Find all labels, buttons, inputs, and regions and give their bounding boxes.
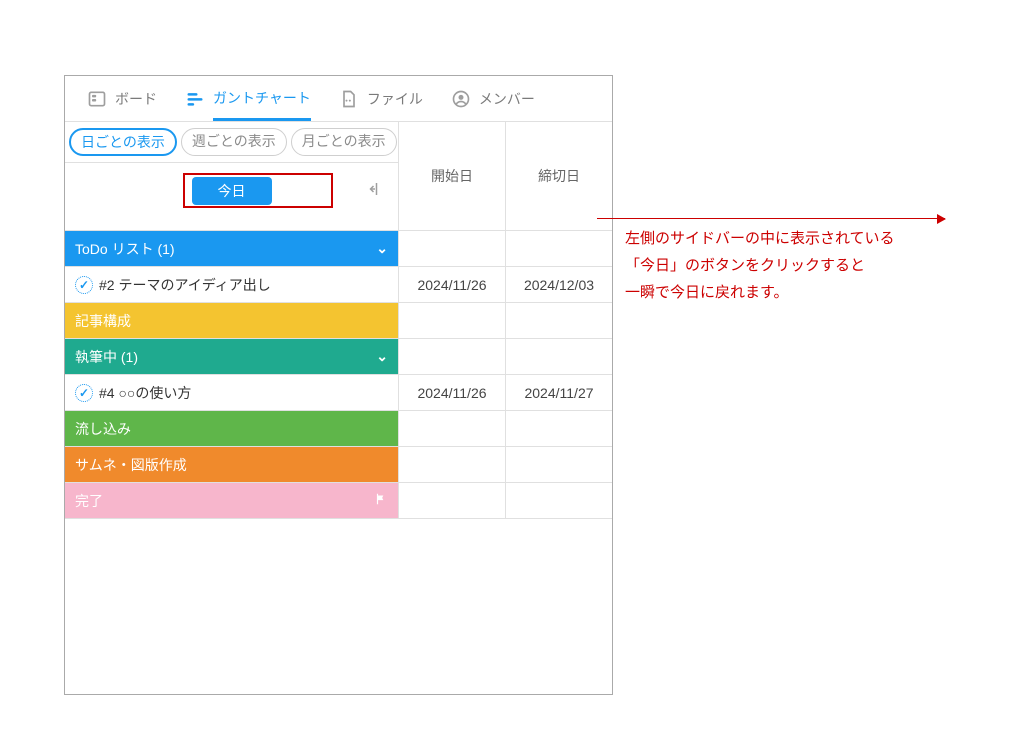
section-todo[interactable]: ToDo リスト (1) ⌄ [65,231,612,267]
section-done-label: 完了 [75,491,103,511]
annotation: 左側のサイドバーの中に表示されている 「今日」のボタンをクリックすると 一瞬で今… [625,218,1005,306]
task-2-title: #2 テーマのアイディア出し [99,275,271,295]
section-shippitsu[interactable]: 執筆中 (1) ⌄ [65,339,612,375]
view-day-button[interactable]: 日ごとの表示 [69,128,177,156]
collapse-icon[interactable] [366,180,384,203]
section-shippitsu-label: 執筆中 (1) [75,347,138,367]
section-todo-label: ToDo リスト (1) [75,239,175,259]
section-thumb[interactable]: サムネ・図版作成 [65,447,612,483]
tab-member-label: メンバー [479,89,535,109]
tab-file-label: ファイル [367,89,423,109]
view-mode-row: 日ごとの表示 週ごとの表示 月ごとの表示 [65,122,398,163]
toolbar: 日ごとの表示 週ごとの表示 月ごとの表示 今日 開始日 締切日 [65,121,612,231]
annotation-line2: 「今日」のボタンをクリックすると [625,252,1005,279]
member-icon [451,89,471,109]
annotation-line1: 左側のサイドバーの中に表示されている [625,225,1005,252]
task-2[interactable]: ✓ #2 テーマのアイディア出し 2024/11/26 2024/12/03 [65,267,612,303]
header-start-date: 開始日 [399,122,506,230]
task-2-due: 2024/12/03 [506,267,612,302]
tab-board[interactable]: ボード [87,89,157,109]
section-thumb-label: サムネ・図版作成 [75,455,187,475]
task-2-start: 2024/11/26 [399,267,506,302]
annotation-line3: 一瞬で今日に戻れます。 [625,279,1005,306]
check-circle-icon[interactable]: ✓ [75,276,93,294]
tab-gantt-label: ガントチャート [213,88,311,121]
check-circle-icon[interactable]: ✓ [75,384,93,402]
board-icon [87,89,107,109]
task-4-start: 2024/11/26 [399,375,506,410]
task-4-title: #4 ○○の使い方 [99,383,191,403]
tab-board-label: ボード [115,89,157,109]
section-nagashi[interactable]: 流し込み [65,411,612,447]
app-window: ボード ガントチャート ファイル メンバー 日ごとの表示 週ごとの表示 月ごとの… [64,75,613,695]
header-due-date: 締切日 [506,122,612,230]
chevron-down-icon: ⌄ [376,348,388,365]
view-week-button[interactable]: 週ごとの表示 [181,128,287,156]
task-rows: ToDo リスト (1) ⌄ ✓ #2 テーマのアイディア出し 2024/11/… [65,231,612,519]
view-month-button[interactable]: 月ごとの表示 [291,128,397,156]
today-button[interactable]: 今日 [192,177,272,205]
tab-gantt[interactable]: ガントチャート [185,88,311,109]
flag-icon [374,492,388,509]
section-kiji[interactable]: 記事構成 [65,303,612,339]
top-nav: ボード ガントチャート ファイル メンバー [65,76,612,121]
task-4-due: 2024/11/27 [506,375,612,410]
chevron-down-icon: ⌄ [376,240,388,257]
tab-file[interactable]: ファイル [339,89,423,109]
section-nagashi-label: 流し込み [75,419,131,439]
section-kiji-label: 記事構成 [75,311,131,331]
task-4[interactable]: ✓ #4 ○○の使い方 2024/11/26 2024/11/27 [65,375,612,411]
annotation-arrow [597,218,945,219]
tab-member[interactable]: メンバー [451,89,535,109]
section-done[interactable]: 完了 [65,483,612,519]
gantt-icon [185,89,205,109]
today-row: 今日 [65,163,398,219]
file-icon [339,89,359,109]
